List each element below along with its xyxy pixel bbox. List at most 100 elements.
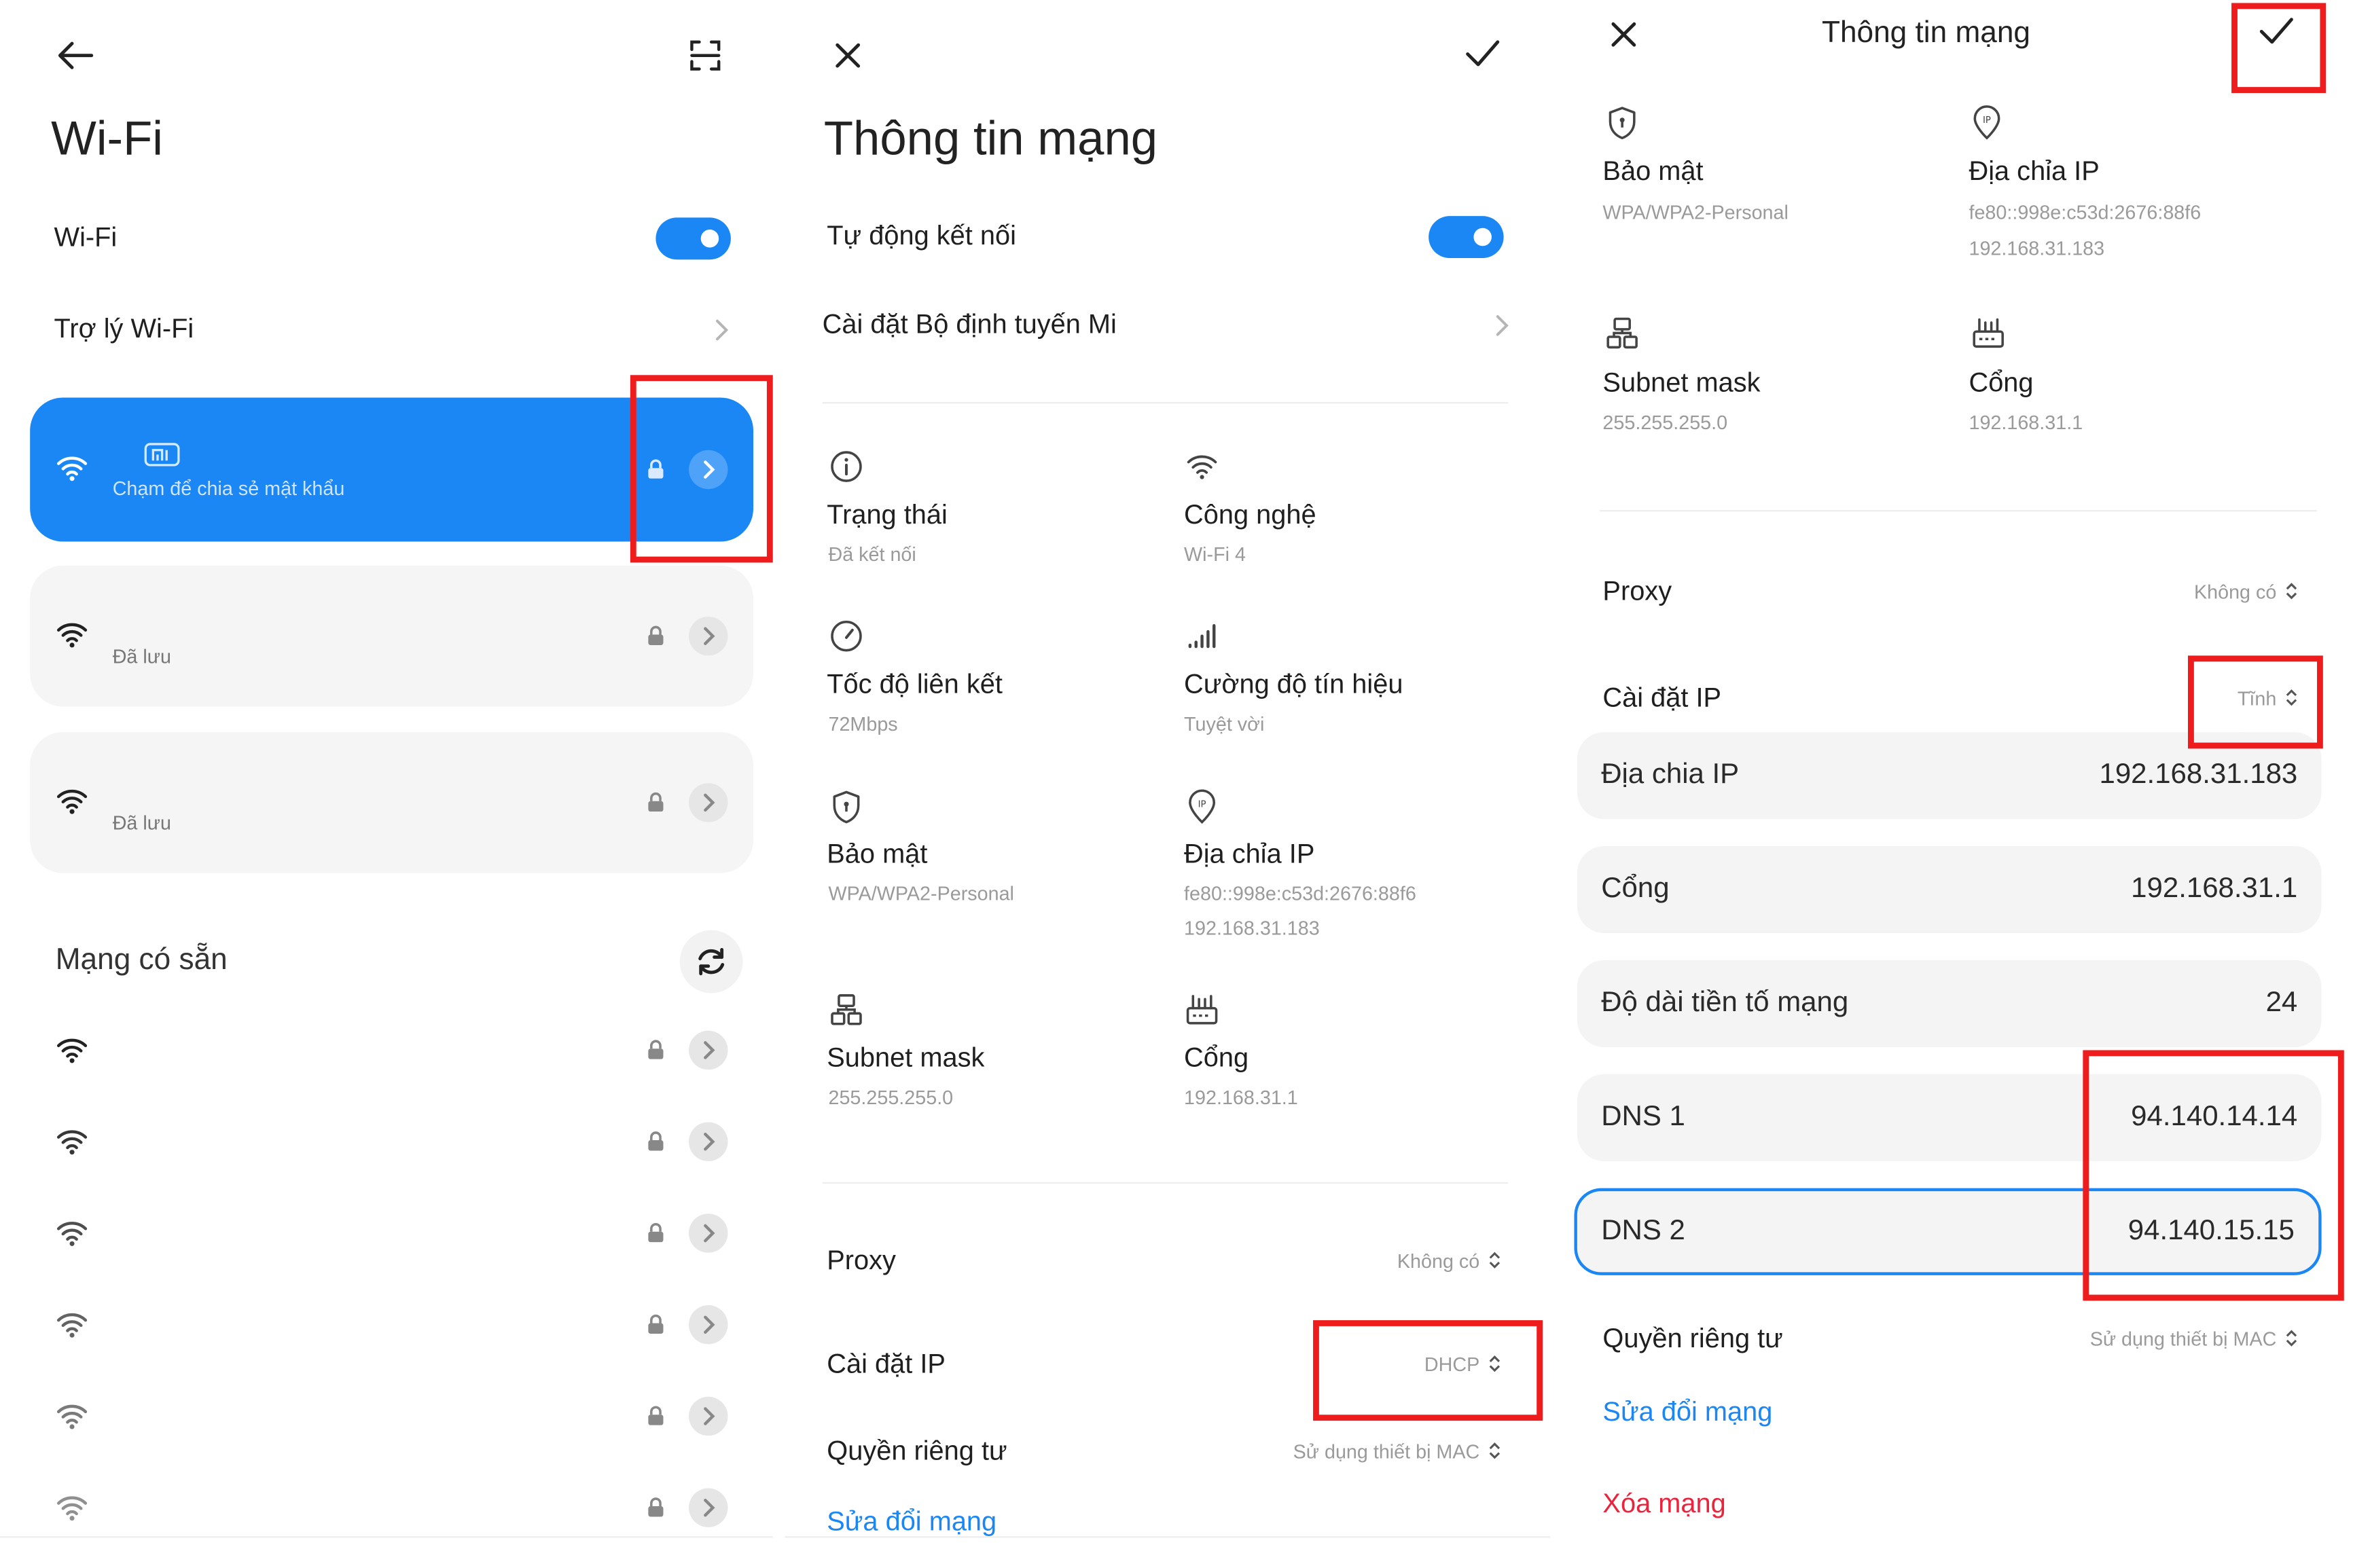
info-value-2: 192.168.31.183 (1969, 237, 2105, 260)
updown-chevron-icon (1489, 1442, 1501, 1464)
network-details-button[interactable] (689, 1305, 728, 1345)
lock-icon (647, 625, 665, 645)
wifi-icon (56, 454, 89, 481)
available-network-row[interactable] (30, 1391, 753, 1457)
chevron-right-icon[interactable] (1494, 314, 1509, 338)
signal-bars-icon (1187, 624, 1217, 649)
wifi-icon (56, 1311, 89, 1338)
saved-network-card[interactable]: Đã lưu (30, 732, 754, 873)
wifi-toggle-label: Wi-Fi (54, 221, 118, 253)
back-arrow-icon[interactable] (56, 39, 94, 72)
network-details-button[interactable] (689, 616, 728, 656)
refresh-button[interactable] (679, 930, 743, 993)
svg-text:IP: IP (1198, 800, 1206, 810)
gateway-field[interactable]: Cổng 192.168.31.1 (1577, 845, 2322, 934)
modify-network-link[interactable]: Sửa đổi mạng (827, 1506, 996, 1537)
router-settings-label[interactable]: Cài đặt Bộ định tuyến Mi (823, 309, 1117, 340)
divider (822, 1182, 1509, 1184)
info-value: 192.168.31.1 (1969, 411, 2083, 434)
info-value: fe80::998e:c53d:2676:88f6 (1969, 201, 2202, 224)
available-network-row[interactable] (30, 1116, 753, 1182)
proxy-select[interactable]: Không có (1397, 1250, 1501, 1273)
network-details-button[interactable] (689, 1122, 728, 1161)
network-details-button[interactable] (689, 1396, 728, 1436)
ip-settings-label: Cài đặt IP (1602, 682, 1722, 713)
scan-qr-icon[interactable] (689, 39, 722, 72)
close-icon[interactable] (834, 42, 861, 69)
wifi-icon (56, 1128, 89, 1155)
prefix-length-field[interactable]: Độ dài tiền tố mạng 24 (1577, 960, 2322, 1048)
ip-pin-icon: IP (1187, 789, 1217, 825)
info-value: Wi-Fi 4 (1184, 543, 1246, 566)
shield-icon (830, 789, 863, 825)
info-value-2: 192.168.31.183 (1184, 916, 1320, 939)
updown-chevron-icon (2286, 1329, 2298, 1351)
divider (0, 1536, 773, 1538)
auto-connect-label: Tự động kết nối (827, 220, 1016, 251)
lock-icon (647, 1222, 665, 1243)
network-details-button[interactable] (689, 783, 728, 822)
close-icon[interactable] (1610, 21, 1637, 48)
highlight-box (1313, 1320, 1543, 1421)
network-info-panel: Thông tin mạng Tự động kết nối Cài đặt B… (773, 0, 1551, 1568)
wifi-icon (56, 788, 89, 815)
available-network-row[interactable] (30, 1025, 753, 1091)
svg-text:IP: IP (1983, 115, 1991, 126)
available-network-row[interactable] (30, 1207, 753, 1273)
highlight-box (2188, 655, 2323, 749)
share-password-hint: Chạm để chia sẻ mật khẩu (112, 477, 345, 500)
info-value: 255.255.255.0 (828, 1086, 954, 1109)
updown-chevron-icon (2286, 582, 2298, 604)
info-label: Địa chỉa IP (1184, 838, 1315, 869)
ip-pin-icon: IP (1972, 105, 2002, 141)
wifi-icon (56, 621, 89, 649)
refresh-icon (695, 945, 728, 979)
auto-connect-toggle[interactable] (1429, 216, 1504, 258)
network-details-button[interactable] (689, 1214, 728, 1253)
info-value: WPA/WPA2-Personal (828, 882, 1014, 905)
saved-network-card[interactable]: Đã lưu (30, 565, 754, 707)
wifi-icon (56, 1220, 89, 1247)
available-network-row[interactable] (30, 1299, 753, 1365)
page-title: Thông tin mạng (823, 111, 1158, 166)
modify-network-link[interactable]: Sửa đổi mạng (1602, 1397, 1772, 1428)
mi-logo-icon (144, 443, 180, 467)
info-label: Trạng thái (827, 499, 948, 530)
wifi-toggle[interactable] (655, 217, 731, 260)
privacy-select[interactable]: Sử dụng thiết bị MAC (2090, 1328, 2298, 1351)
chevron-right-icon[interactable] (715, 318, 730, 342)
speed-gauge-icon (830, 619, 863, 653)
confirm-check-icon[interactable] (1465, 39, 1501, 69)
subnet-icon (1606, 316, 1639, 350)
available-networks-title: Mạng có sẵn (55, 943, 228, 977)
field-value: 192.168.31.183 (2099, 759, 2298, 791)
info-value: 255.255.255.0 (1602, 411, 1728, 434)
proxy-select[interactable]: Không có (2194, 581, 2297, 604)
privacy-value: Sử dụng thiết bị MAC (2089, 1328, 2277, 1351)
proxy-value: Không có (1397, 1250, 1480, 1273)
page-title: Wi-Fi (51, 111, 163, 166)
lock-icon (647, 1314, 665, 1334)
divider (822, 402, 1509, 404)
wifi-assistant-label[interactable]: Trợ lý Wi-Fi (54, 314, 194, 345)
info-label: Cổng (1969, 367, 2034, 398)
network-details-button[interactable] (689, 1488, 728, 1527)
lock-icon (647, 792, 665, 812)
privacy-select[interactable]: Sử dụng thiết bị MAC (1293, 1440, 1501, 1464)
available-network-row[interactable] (30, 1482, 753, 1548)
wifi-icon (1184, 453, 1220, 480)
info-label: Cường độ tín hiệu (1184, 669, 1403, 699)
delete-network-link[interactable]: Xóa mạng (1602, 1489, 1725, 1520)
info-value: Tuyệt vời (1184, 712, 1265, 735)
divider (1600, 510, 2318, 512)
lock-icon (647, 1040, 665, 1059)
info-label: Bảo mật (1602, 156, 1704, 186)
info-value: WPA/WPA2-Personal (1602, 201, 1789, 224)
field-value: 192.168.31.1 (2131, 873, 2298, 905)
wifi-settings-panel: Wi-Fi Wi-Fi Trợ lý Wi-Fi Chạm để chia sẻ… (0, 0, 773, 1568)
info-label: Địa chỉa IP (1969, 156, 2100, 186)
highlight-box (2231, 3, 2327, 93)
lock-icon (647, 1131, 665, 1151)
privacy-label: Quyền riêng tư (1602, 1323, 1783, 1353)
network-details-button[interactable] (689, 1030, 728, 1070)
